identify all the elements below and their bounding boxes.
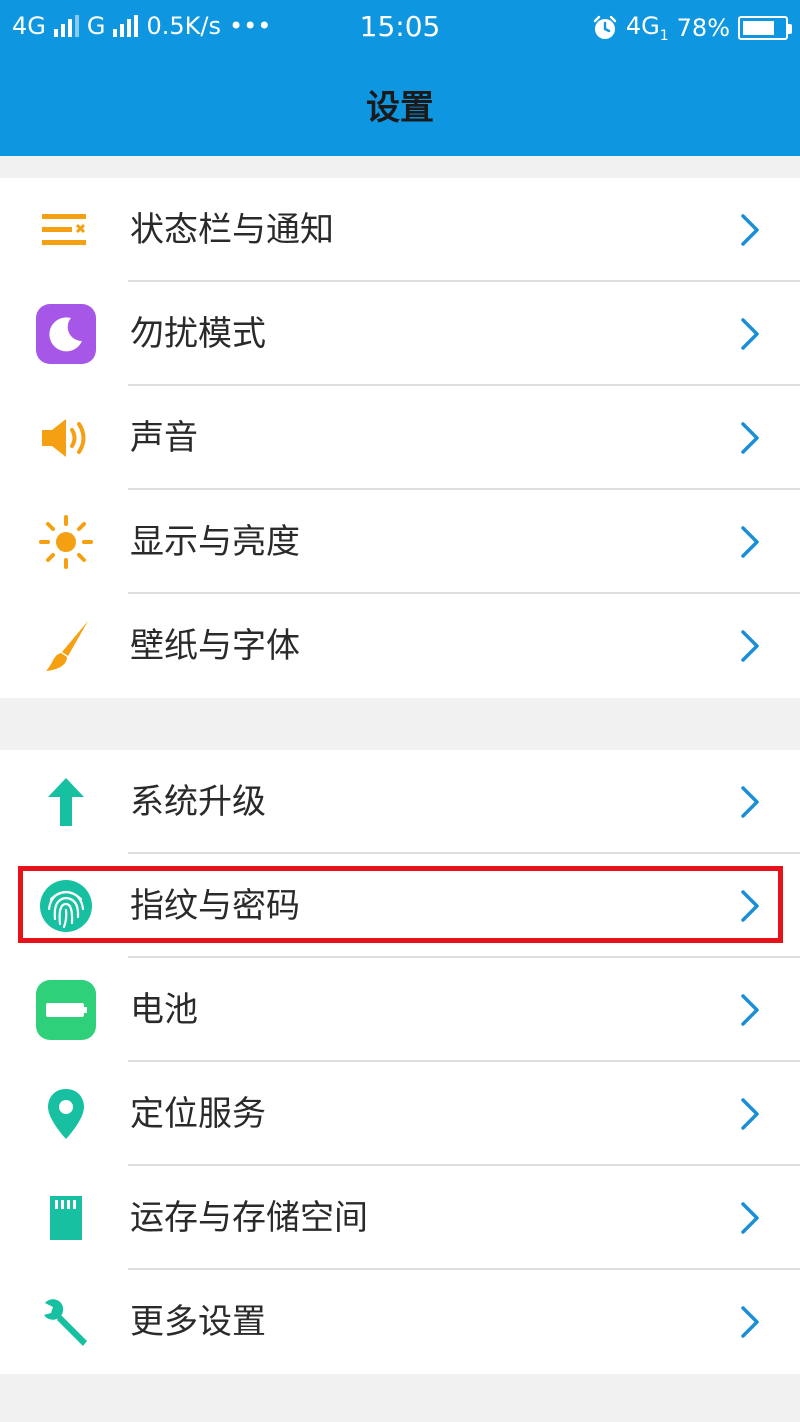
status-right: 4G1 78%: [592, 12, 792, 44]
settings-item-label: 状态栏与通知: [130, 210, 334, 250]
chevron-right-icon: [741, 1306, 759, 1338]
chevron-right-icon: [741, 630, 759, 662]
speaker-icon: [36, 408, 96, 468]
page-title: 设置: [366, 88, 434, 128]
settings-item-system-update[interactable]: 系统升级: [0, 750, 800, 854]
chevron-right-icon: [741, 422, 759, 454]
chevron-right-icon: [741, 890, 759, 922]
settings-item-label: 壁纸与字体: [130, 626, 300, 666]
settings-item-memory-storage[interactable]: 运存与存储空间: [0, 1166, 800, 1270]
settings-item-label: 指纹与密码: [130, 886, 300, 926]
settings-item-label: 更多设置: [130, 1302, 266, 1342]
status-bar-notification-icon: [36, 200, 96, 260]
settings-item-battery[interactable]: 电池: [0, 958, 800, 1062]
settings-group-2: 系统升级 指纹与密码 电池 定位服务 运存与存储空间 更多设置: [0, 750, 800, 1374]
status-bar: 4G G 0.5K/s ••• 15:05 4G1 78%: [0, 0, 800, 56]
settings-item-display-brightness[interactable]: 显示与亮度: [0, 490, 800, 594]
settings-item-status-bar-notification[interactable]: 状态栏与通知: [0, 178, 800, 282]
battery-status-icon: [738, 15, 792, 40]
settings-item-sound[interactable]: 声音: [0, 386, 800, 490]
brightness-icon: [36, 512, 96, 572]
chevron-right-icon: [741, 526, 759, 558]
fingerprint-icon: [36, 876, 96, 936]
settings-item-label: 声音: [130, 418, 198, 458]
settings-item-label: 定位服务: [130, 1094, 266, 1134]
settings-item-label: 勿扰模式: [130, 314, 266, 354]
alarm-clock-icon: [593, 15, 617, 39]
chevron-right-icon: [741, 318, 759, 350]
header-bar: 4G G 0.5K/s ••• 15:05 4G1 78% 设置: [0, 0, 800, 156]
chevron-right-icon: [741, 994, 759, 1026]
settings-item-label: 电池: [130, 990, 198, 1030]
moon-icon: [36, 304, 96, 364]
network-type-3: 4G1: [625, 12, 669, 44]
settings-item-label: 显示与亮度: [130, 522, 300, 562]
brush-icon: [36, 616, 96, 676]
chevron-right-icon: [741, 214, 759, 246]
battery-icon: [36, 980, 96, 1040]
settings-item-do-not-disturb[interactable]: 勿扰模式: [0, 282, 800, 386]
settings-item-label: 运存与存储空间: [130, 1198, 368, 1238]
settings-item-label: 系统升级: [130, 782, 266, 822]
arrow-up-icon: [36, 772, 96, 832]
settings-item-wallpaper-font[interactable]: 壁纸与字体: [0, 594, 800, 698]
settings-item-location-services[interactable]: 定位服务: [0, 1062, 800, 1166]
settings-item-fingerprint-password[interactable]: 指纹与密码: [0, 854, 800, 958]
battery-percent: 78%: [676, 13, 730, 42]
chevron-right-icon: [741, 786, 759, 818]
location-pin-icon: [36, 1084, 96, 1144]
sd-card-icon: [36, 1188, 96, 1248]
chevron-right-icon: [741, 1202, 759, 1234]
wrench-icon: [36, 1292, 96, 1352]
chevron-right-icon: [741, 1098, 759, 1130]
settings-group-1: 状态栏与通知 勿扰模式 声音 显示与亮度 壁纸与字体: [0, 178, 800, 698]
settings-item-more-settings[interactable]: 更多设置: [0, 1270, 800, 1374]
